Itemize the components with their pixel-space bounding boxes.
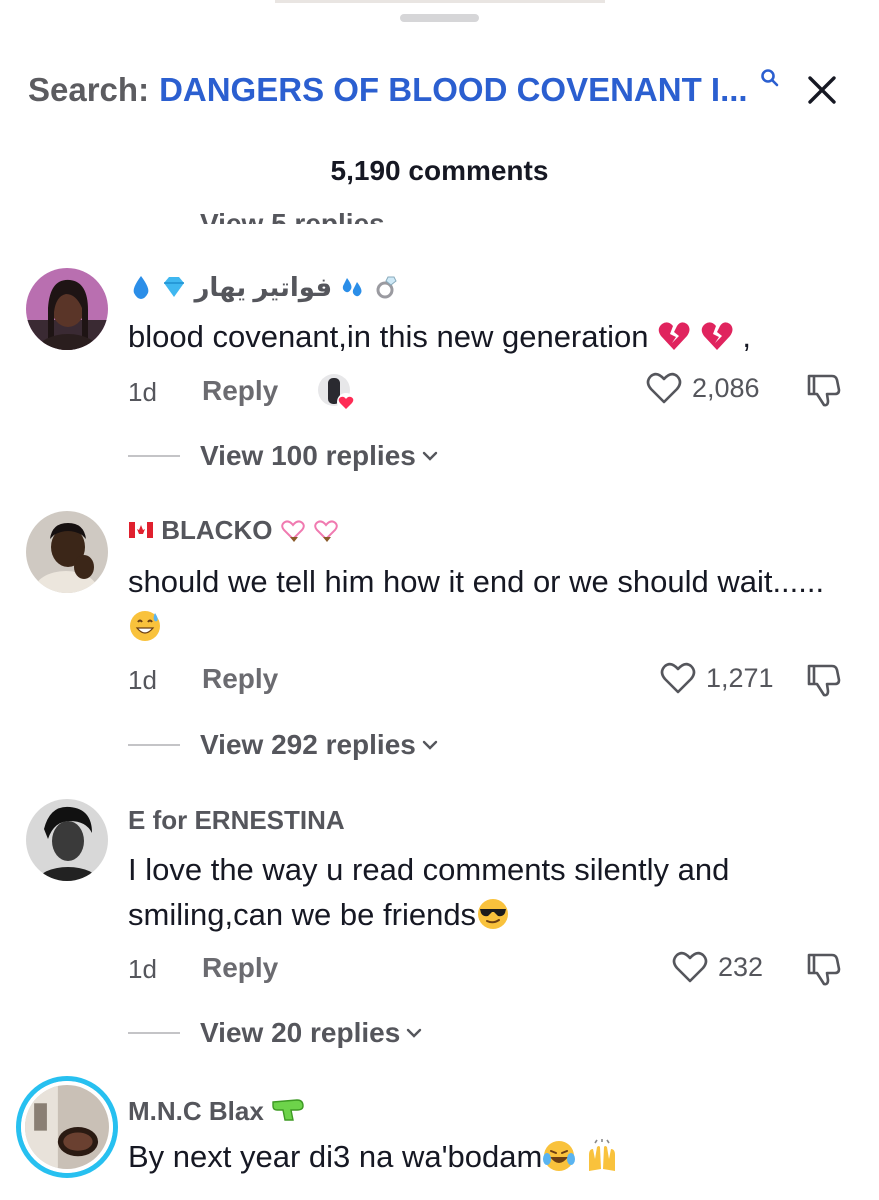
ring-icon [376, 276, 397, 299]
reply-button[interactable]: Reply [202, 375, 278, 407]
search-prefix: Search: [28, 71, 150, 108]
comment-time: 1d [128, 954, 157, 984]
sweat-drops-icon [343, 278, 362, 297]
raising-hands-icon [588, 1139, 615, 1171]
reply-button[interactable]: Reply [202, 663, 278, 695]
broken-heart-icon [701, 322, 733, 350]
comment-username[interactable]: E for ERNESTINA [128, 805, 345, 836]
dislike-icon[interactable] [806, 951, 842, 987]
comment-username[interactable]: فواتير يهار [128, 272, 399, 303]
water-pistol-icon [272, 1099, 304, 1121]
view-replies-label: View 100 replies [200, 440, 416, 471]
like-count: 232 [718, 951, 764, 982]
sheet-grabber[interactable] [400, 14, 479, 22]
canada-flag-icon [129, 522, 153, 538]
chevron-down-icon [407, 1028, 422, 1038]
creator-liked-icon [318, 374, 355, 411]
search-query-link[interactable]: DANGERS OF BLOOD COVENANT I... [159, 71, 748, 109]
like-group[interactable]: 2,086 [646, 371, 760, 405]
reply-button[interactable]: Reply [202, 952, 278, 984]
sunglasses-emoji-icon [478, 899, 509, 929]
chevron-down-icon [422, 451, 438, 461]
like-count: 1,271 [706, 662, 774, 693]
dislike-icon[interactable] [806, 662, 842, 698]
tears-of-joy-emoji-icon [543, 1141, 576, 1171]
like-count: 2,086 [692, 372, 760, 403]
comment-text: I love the way u read comments silently … [128, 852, 730, 932]
comment-username[interactable]: M.N.C Blax [128, 1092, 305, 1127]
view-replies-button[interactable]: View 292 replies [128, 729, 440, 761]
replies-divider [128, 455, 180, 457]
avatar[interactable] [26, 268, 108, 350]
heart-ribbon-icon [280, 520, 305, 542]
scroll-clip-mask [0, 190, 879, 204]
comment-time: 1d [128, 665, 157, 695]
grinning-sweat-emoji-icon [130, 611, 160, 641]
view-replies-button[interactable]: View 100 replies [128, 440, 440, 472]
like-group[interactable]: 1,271 [660, 661, 774, 695]
replies-divider [128, 744, 180, 746]
droplet-icon [133, 276, 149, 299]
search-header[interactable]: Search: DANGERS OF BLOOD COVENANT I... [28, 66, 858, 114]
chevron-down-icon [422, 740, 438, 750]
gem-icon [164, 277, 185, 297]
like-group[interactable]: 232 [672, 950, 763, 984]
comment-time: 1d [128, 377, 157, 407]
comment-username-text: BLACKO [161, 515, 273, 545]
heart-outline-icon[interactable] [660, 661, 696, 695]
view-replies-label: View 292 replies [200, 729, 416, 760]
comment-username-text: M.N.C Blax [128, 1096, 264, 1126]
search-icon[interactable] [758, 66, 782, 90]
view-replies-button[interactable]: View 20 replies [128, 1017, 424, 1049]
replies-divider [128, 1032, 180, 1034]
view-replies-label: View 20 replies [200, 1017, 401, 1048]
comment-text: By next year di3 na wa'bodam [128, 1134, 848, 1179]
comment-count: 5,190 comments [330, 155, 549, 186]
comment-username-text: فواتير يهار [194, 272, 333, 302]
avatar[interactable] [26, 511, 108, 593]
heart-outline-icon[interactable] [646, 371, 682, 405]
avatar[interactable] [26, 799, 108, 881]
dislike-icon[interactable] [806, 372, 842, 408]
heart-outline-icon[interactable] [672, 950, 708, 984]
comment-username[interactable]: BLACKO [128, 515, 339, 546]
comment-text: should we tell him how it end or we shou… [128, 559, 848, 649]
close-icon[interactable] [804, 72, 840, 108]
comment-text: blood covenant,in this new generation , [128, 319, 751, 354]
broken-heart-icon [658, 322, 690, 350]
video-preview-edge [275, 0, 605, 3]
avatar[interactable] [16, 1076, 118, 1178]
heart-ribbon-icon [314, 520, 338, 542]
